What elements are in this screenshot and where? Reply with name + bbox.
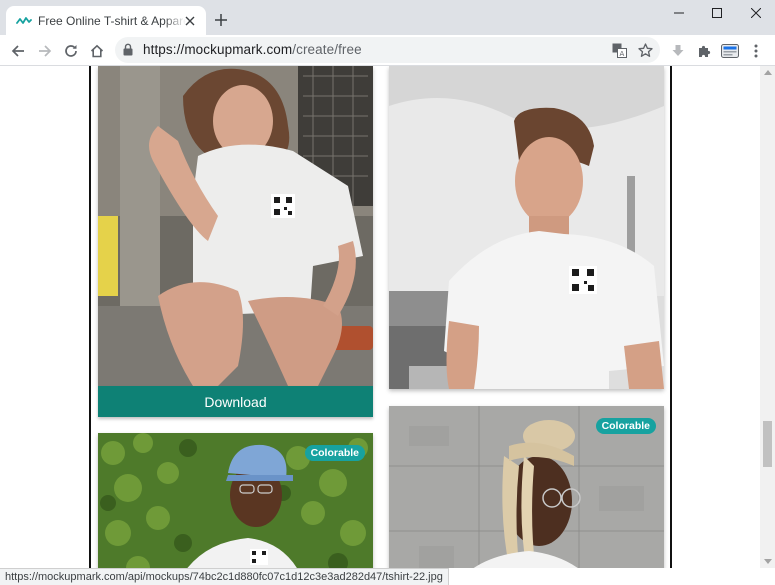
mockup-card-man-white-tee[interactable] bbox=[389, 66, 664, 389]
new-tab-button[interactable] bbox=[212, 11, 230, 29]
translate-icon[interactable]: A bbox=[610, 41, 628, 59]
menu-icon[interactable] bbox=[744, 39, 768, 63]
mockup-photo bbox=[389, 66, 664, 389]
extensions-icon[interactable] bbox=[692, 39, 716, 63]
lock-icon[interactable] bbox=[123, 43, 133, 61]
close-window-icon[interactable] bbox=[737, 0, 775, 26]
browser-tab[interactable]: Free Online T-shirt & Apparel M bbox=[6, 6, 206, 36]
tab-title: Free Online T-shirt & Apparel M bbox=[38, 14, 186, 28]
status-bar-url: https://mockupmark.com/api/mockups/74bc2… bbox=[0, 568, 449, 585]
colorable-badge: Colorable bbox=[595, 418, 656, 434]
mockup-card-woman-sitting[interactable] bbox=[98, 66, 373, 386]
title-bar: Free Online T-shirt & Apparel M bbox=[0, 0, 775, 36]
page-scrollbar[interactable] bbox=[760, 66, 775, 568]
page-viewport: Download Colorable Colorable bbox=[0, 66, 760, 568]
scrollbar-thumb[interactable] bbox=[763, 421, 772, 467]
mockup-card-man-blue-cap[interactable]: Colorable bbox=[98, 433, 373, 568]
mockupmark-wave-icon bbox=[16, 17, 32, 24]
mockup-photo bbox=[98, 66, 373, 386]
maximize-icon[interactable] bbox=[698, 0, 736, 26]
close-tab-icon[interactable] bbox=[182, 13, 198, 29]
url-text[interactable]: https://mockupmark.com/create/free bbox=[143, 42, 362, 57]
download-button[interactable]: Download bbox=[98, 386, 373, 417]
profile-icon[interactable] bbox=[718, 39, 742, 63]
reload-icon[interactable] bbox=[59, 39, 83, 63]
address-bar[interactable]: https://mockupmark.com/create/free A bbox=[115, 37, 660, 63]
scroll-down-arrow-icon[interactable] bbox=[764, 559, 772, 564]
back-icon[interactable] bbox=[6, 39, 30, 63]
bookmark-star-icon[interactable] bbox=[636, 41, 654, 59]
download-icon[interactable] bbox=[666, 39, 690, 63]
home-icon[interactable] bbox=[85, 39, 109, 63]
mockup-card-woman-braids[interactable]: Colorable bbox=[389, 406, 664, 568]
forward-icon[interactable] bbox=[33, 39, 57, 63]
svg-text:A: A bbox=[619, 50, 624, 58]
colorable-badge: Colorable bbox=[304, 445, 365, 461]
scroll-up-arrow-icon[interactable] bbox=[764, 70, 772, 75]
browser-toolbar: https://mockupmark.com/create/free A bbox=[0, 35, 775, 66]
minimize-icon[interactable] bbox=[660, 0, 698, 26]
